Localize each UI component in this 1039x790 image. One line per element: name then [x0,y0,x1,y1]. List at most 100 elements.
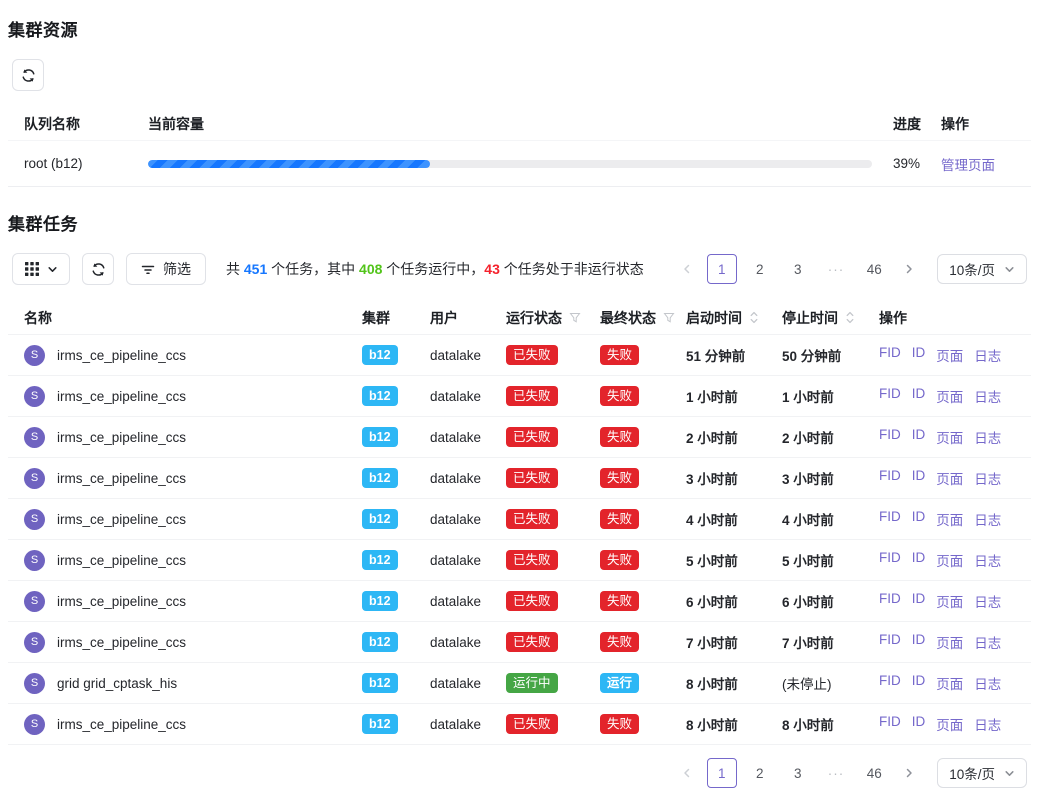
avatar: S [24,427,45,448]
action-log-link[interactable]: 日志 [974,673,1001,693]
pagination-ellipsis: ··· [821,254,852,284]
action-log-link[interactable]: 日志 [974,386,1001,406]
table-row: S irms_ce_pipeline_ccs b12 datalake 已失败 … [8,581,1031,622]
column-header-user: 用户 [430,308,506,328]
final-status-badge: 运行 [600,673,639,693]
task-summary: 共 451 个任务，其中 408 个任务运行中，43 个任务处于非运行状态 [226,259,644,279]
action-id-link[interactable]: ID [912,386,926,406]
page-size-select[interactable]: 10条/页 [937,254,1027,284]
pagination-page-1[interactable]: 1 [707,254,737,284]
stop-time-cell: 1 小时前 [782,386,879,406]
action-page-link[interactable]: 页面 [936,632,963,652]
manage-page-link[interactable]: 管理页面 [941,158,995,173]
action-log-link[interactable]: 日志 [974,427,1001,447]
page-size-select[interactable]: 10条/页 [937,758,1027,788]
cluster-badge: b12 [362,591,398,611]
run-status-badge: 已失败 [506,345,558,365]
table-row: S irms_ce_pipeline_ccs b12 datalake 已失败 … [8,499,1031,540]
action-log-link[interactable]: 日志 [974,509,1001,529]
stop-time-cell: 6 小时前 [782,591,879,611]
sorter-icon[interactable] [749,310,759,325]
action-page-link[interactable]: 页面 [936,591,963,611]
pagination-page-1[interactable]: 1 [707,758,737,788]
summary-text: 个任务处于非运行状态 [500,261,644,277]
action-id-link[interactable]: ID [912,427,926,447]
action-fid-link[interactable]: FID [879,550,901,570]
pagination-page-46[interactable]: 46 [859,254,889,284]
action-fid-link[interactable]: FID [879,673,901,693]
column-header-action: 操作 [941,114,1031,134]
not-running-count: 43 [484,261,500,277]
pagination-page-46[interactable]: 46 [859,758,889,788]
avatar: S [24,632,45,653]
filter-funnel-icon[interactable] [663,312,675,324]
action-page-link[interactable]: 页面 [936,673,963,693]
row-actions: FID ID 页面日志 [879,632,1031,652]
start-time-cell: 2 小时前 [686,427,782,447]
action-page-link[interactable]: 页面 [936,714,963,734]
action-fid-link[interactable]: FID [879,386,901,406]
filter-funnel-icon[interactable] [569,312,581,324]
action-page-link[interactable]: 页面 [936,427,963,447]
action-log-link[interactable]: 日志 [974,468,1001,488]
pagination-next-button[interactable] [897,256,921,282]
pagination-next-button[interactable] [897,760,921,786]
action-id-link[interactable]: ID [912,345,926,365]
action-page-link[interactable]: 页面 [936,386,963,406]
action-log-link[interactable]: 日志 [974,345,1001,365]
action-id-link[interactable]: ID [912,509,926,529]
action-id-link[interactable]: ID [912,468,926,488]
action-id-link[interactable]: ID [912,714,926,734]
action-log-link[interactable]: 日志 [974,591,1001,611]
action-page-link[interactable]: 页面 [936,509,963,529]
pagination-page-2[interactable]: 2 [745,758,775,788]
action-log-link[interactable]: 日志 [974,714,1001,734]
action-id-link[interactable]: ID [912,632,926,652]
action-fid-link[interactable]: FID [879,591,901,611]
grid-icon [25,262,39,276]
start-time-cell: 8 小时前 [686,714,782,734]
user-cell: datalake [430,471,506,486]
action-fid-link[interactable]: FID [879,345,901,365]
action-page-link[interactable]: 页面 [936,345,963,365]
row-actions: FID ID 页面日志 [879,345,1031,365]
action-id-link[interactable]: ID [912,673,926,693]
run-status-badge: 已失败 [506,591,558,611]
capacity-progress-fill [148,160,430,168]
pagination-prev-button[interactable] [675,256,699,282]
task-name: irms_ce_pipeline_ccs [57,471,186,486]
layout-dropdown-button[interactable] [12,253,70,285]
avatar: S [24,673,45,694]
pagination-page-3[interactable]: 3 [783,758,813,788]
refresh-resources-button[interactable] [12,59,44,91]
action-page-link[interactable]: 页面 [936,468,963,488]
action-fid-link[interactable]: FID [879,714,901,734]
action-page-link[interactable]: 页面 [936,550,963,570]
start-time-cell: 3 小时前 [686,468,782,488]
run-status-badge: 已失败 [506,468,558,488]
pagination-page-3[interactable]: 3 [783,254,813,284]
row-actions: FID ID 页面日志 [879,591,1031,611]
action-fid-link[interactable]: FID [879,632,901,652]
action-log-link[interactable]: 日志 [974,550,1001,570]
task-name: grid grid_cptask_his [57,676,177,691]
user-cell: datalake [430,389,506,404]
pagination-ellipsis: ··· [821,758,852,788]
pagination-page-2[interactable]: 2 [745,254,775,284]
action-id-link[interactable]: ID [912,550,926,570]
action-log-link[interactable]: 日志 [974,632,1001,652]
action-id-link[interactable]: ID [912,591,926,611]
action-fid-link[interactable]: FID [879,427,901,447]
page-size-value: 10条/页 [949,763,995,783]
column-header-cluster: 集群 [362,308,430,328]
action-fid-link[interactable]: FID [879,468,901,488]
action-fid-link[interactable]: FID [879,509,901,529]
refresh-tasks-button[interactable] [82,253,114,285]
cluster-badge: b12 [362,345,398,365]
user-cell: datalake [430,676,506,691]
final-status-badge: 失败 [600,591,639,611]
filter-button[interactable]: 筛选 [126,253,206,285]
sorter-icon[interactable] [845,310,855,325]
pagination-prev-button[interactable] [675,760,699,786]
task-name: irms_ce_pipeline_ccs [57,553,186,568]
